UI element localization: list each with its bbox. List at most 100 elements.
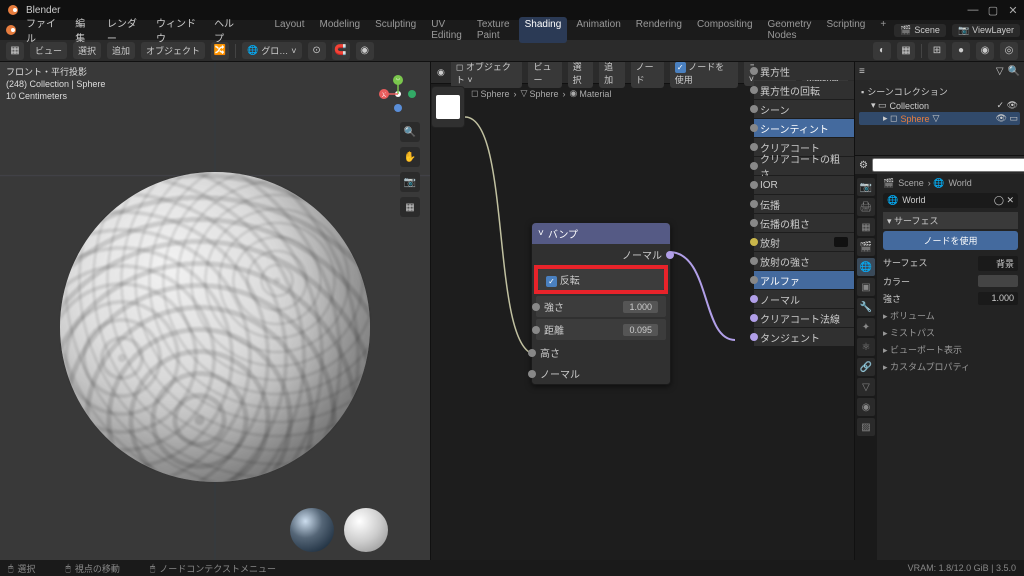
ne-add[interactable]: 追加 [599,62,624,88]
proportional-icon[interactable]: ◉ [356,42,374,60]
node-editor-type-icon[interactable]: ◉ [437,67,445,78]
shader-input-11[interactable]: アルファ [754,271,854,289]
shader-input-1[interactable]: 異方性の回転 [754,81,854,99]
shader-input-13[interactable]: クリアコート法線 [754,309,854,327]
tab-geonodes[interactable]: Geometry Nodes [762,17,818,43]
node-editor[interactable]: ◉ ◻ オブジェクト ˅ ビュー 選択 追加 ノード ✓ ノードを使用 スロット… [430,62,854,560]
pivot-icon[interactable]: ⊙ [308,42,326,60]
pt-viewlayer[interactable]: ▦ [857,218,875,236]
tab-texturepaint[interactable]: Texture Paint [471,17,516,43]
ne-view[interactable]: ビュー [528,62,561,88]
shading-solid-icon[interactable]: ● [952,42,970,60]
transform-icon[interactable]: 🔀 [211,42,229,60]
prop-type-icon[interactable]: ⚙ [859,160,868,171]
shader-input-3[interactable]: シーンティント [754,119,854,137]
grid-toggle-icon[interactable]: ▦ [400,197,420,217]
view-menu[interactable]: ビュー [30,42,67,59]
pt-particle[interactable]: ✦ [857,318,875,336]
viewport-3d[interactable]: フロント・平行投影 (248) Collection | Sphere 10 C… [0,62,430,560]
shader-input-8[interactable]: 伝播の粗さ [754,214,854,232]
sec-mist[interactable]: ▸ ミストパス [883,324,1018,341]
shading-wire-icon[interactable]: ⊞ [928,42,946,60]
tab-add[interactable]: + [874,17,892,43]
socket-height-in[interactable] [528,349,536,357]
bump-node[interactable]: ˅ バンプ ノーマル ✓ 反転 強さ 1.000 距離 0.095 [531,222,671,385]
pt-output[interactable]: 🖨 [857,198,875,216]
object-mode-btn[interactable]: ◻ オブジェクト ˅ [451,62,523,88]
world-selector-row[interactable]: 🌐 World ◯ ✕ [883,193,1018,208]
socket-icon[interactable] [750,181,758,189]
pt-material[interactable]: ◉ [857,398,875,416]
pt-scene[interactable]: 🎬 [857,238,875,256]
socket-icon[interactable] [750,295,758,303]
shader-input-14[interactable]: タンジェント [754,328,854,346]
nav-gizmo-icon[interactable]: Y X [376,72,420,116]
camera-icon[interactable]: 📷 [400,172,420,192]
shading-matprev-icon[interactable]: ◉ [976,42,994,60]
select-menu[interactable]: 選択 [73,42,101,59]
shader-input-0[interactable]: 異方性 [754,62,854,80]
socket-icon[interactable] [750,86,758,94]
pt-object[interactable]: ▣ [857,278,875,296]
shader-input-9[interactable]: 放射 [754,233,854,251]
pt-constraint[interactable]: 🔗 [857,358,875,376]
material-preview-icon[interactable] [344,508,388,552]
editor-type-icon[interactable]: ▦ [6,42,24,60]
tab-sculpting[interactable]: Sculpting [369,17,422,43]
snap-icon[interactable]: 🧲 [332,42,350,60]
tab-modeling[interactable]: Modeling [314,17,367,43]
bump-node-title[interactable]: ˅ バンプ [532,223,670,244]
socket-strength-in[interactable] [532,303,540,311]
invert-checkbox[interactable]: ✓ [546,276,557,287]
overlay-icon[interactable]: ◐ [873,42,891,60]
tab-shading[interactable]: Shading [519,17,568,43]
hand-icon[interactable]: ✋ [400,147,420,167]
socket-icon[interactable] [750,219,758,227]
tab-rendering[interactable]: Rendering [630,17,688,43]
bump-invert-row[interactable]: ✓ 反転 [538,269,664,290]
pt-texture[interactable]: ▨ [857,418,875,436]
outliner-scene-collection[interactable]: ▪ シーンコレクション [859,84,1020,99]
sec-volume[interactable]: ▸ ボリューム [883,307,1018,324]
shader-input-12[interactable]: ノーマル [754,290,854,308]
socket-icon[interactable] [750,105,758,113]
bump-distance-row[interactable]: 距離 0.095 [536,319,666,340]
surface-header[interactable]: ▾ サーフェス [883,212,1018,229]
socket-icon[interactable] [750,314,758,322]
tab-animation[interactable]: Animation [570,17,626,43]
socket-icon[interactable] [750,333,758,341]
socket-icon[interactable] [750,200,758,208]
shader-input-5[interactable]: クリアコートの粗さ [754,157,854,175]
minimize-icon[interactable]: — [968,5,978,15]
pt-world[interactable]: 🌐 [857,258,875,276]
properties-search[interactable] [872,158,1024,172]
pt-render[interactable]: 📷 [857,178,875,196]
add-menu[interactable]: 追加 [107,42,135,59]
use-nodes-toggle[interactable]: ✓ ノードを使用 [670,62,738,88]
close-icon[interactable]: ✕ [1008,5,1018,15]
hdri-preview-icon[interactable] [290,508,334,552]
shader-input-6[interactable]: IOR [754,176,854,194]
use-nodes-button[interactable]: ノードを使用 [883,231,1018,250]
socket-distance-in[interactable] [532,326,540,334]
sec-viewport[interactable]: ▸ ビューポート表示 [883,341,1018,358]
image-texture-node[interactable] [431,86,465,128]
tab-compositing[interactable]: Compositing [691,17,759,43]
outliner[interactable]: ▪ シーンコレクション ▾ ▭ Collection ✓ 👁 ▸ ◻ Spher… [855,80,1024,156]
strength-value[interactable]: 1.000 [623,301,658,313]
emission-color-swatch[interactable] [834,237,848,247]
socket-normal-out[interactable] [666,251,674,259]
scene-selector[interactable]: 🎬 Scene [894,24,946,37]
socket-icon[interactable] [750,162,758,170]
socket-icon[interactable] [750,238,758,246]
outliner-collection[interactable]: ▾ ▭ Collection ✓ 👁 [859,99,1020,112]
pt-physics[interactable]: ⚛ [857,338,875,356]
maximize-icon[interactable]: ▢ [988,5,998,15]
outliner-type-icon[interactable]: ≡ [859,66,865,77]
socket-icon[interactable] [750,67,758,75]
outliner-sphere[interactable]: ▸ ◻ Sphere ▽ 👁 ▭ [859,112,1020,125]
outliner-search-icon[interactable]: 🔍 [1008,66,1020,77]
bump-strength-row[interactable]: 強さ 1.000 [536,296,666,317]
pt-data[interactable]: ▽ [857,378,875,396]
shading-rendered-icon[interactable]: ◎ [1000,42,1018,60]
